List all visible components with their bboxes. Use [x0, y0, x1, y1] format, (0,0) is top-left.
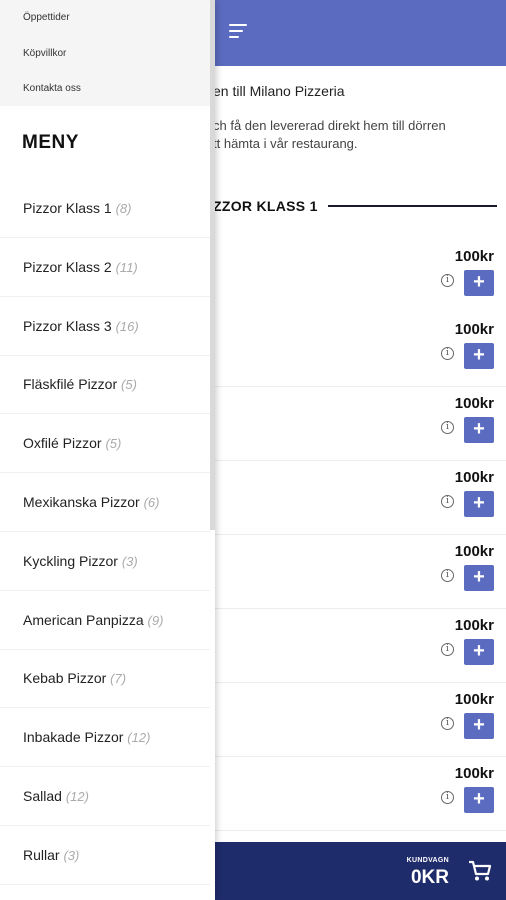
add-to-cart-button[interactable]: + — [464, 343, 494, 369]
add-to-cart-button[interactable]: + — [464, 417, 494, 443]
menu-category-item[interactable]: Fläskfilé Pizzor (5) — [0, 356, 210, 414]
menu-category-item[interactable]: Inbakade Pizzor (12) — [0, 709, 210, 767]
menu-category-item[interactable]: Sallad (12) — [0, 768, 210, 826]
menu-category-item[interactable]: Kyckling Pizzor (3) — [0, 533, 210, 591]
category-count: (3) — [121, 554, 138, 569]
category-name: Pizzor Klass 3 — [23, 318, 112, 334]
category-count: (16) — [115, 319, 139, 334]
category-name: Pizzor Klass 1 — [23, 200, 112, 216]
category-name: Inbakade Pizzor — [23, 729, 124, 745]
welcome-text: en till Milano Pizzeria — [213, 83, 345, 99]
drawer-scrollbar[interactable] — [210, 0, 215, 530]
add-to-cart-button[interactable]: + — [464, 491, 494, 517]
category-count: (11) — [115, 260, 138, 275]
menu-category-item[interactable]: Oxfilé Pizzor (5) — [0, 415, 210, 473]
category-label: Rullar (3) — [23, 847, 79, 863]
drawer-top-links: Öppettider Köpvillkor Kontakta oss — [0, 0, 210, 106]
hamburger-icon[interactable] — [229, 22, 249, 40]
category-name: Rullar — [23, 847, 60, 863]
menu-category-item[interactable]: Rullar (3) — [0, 827, 210, 885]
category-label: Pizzor Klass 1 (8) — [23, 200, 131, 216]
category-name: Sallad — [23, 788, 62, 804]
product-price: 100kr — [454, 395, 494, 412]
add-to-cart-button[interactable]: + — [464, 270, 494, 296]
product-price: 100kr — [454, 765, 494, 782]
category-count: (12) — [65, 789, 89, 804]
section-divider — [328, 205, 497, 207]
menu-title: MENY — [22, 132, 79, 153]
cart-label: KUNDVAGN — [406, 857, 449, 864]
link-opening-hours[interactable]: Öppettider — [23, 12, 70, 23]
product-row: 100kr i + — [215, 387, 506, 461]
add-to-cart-button[interactable]: + — [464, 565, 494, 591]
category-label: Oxfilé Pizzor (5) — [23, 435, 121, 451]
product-row: 100kr i + — [215, 757, 506, 831]
product-row: 100kr i + — [215, 240, 506, 314]
category-count: (7) — [110, 671, 127, 686]
product-row: 100kr i + — [215, 535, 506, 609]
intro-description-line-1: ch få den levererad direkt hem till dörr… — [213, 118, 446, 133]
menu-category-item[interactable]: Pizzor Klass 1 (8) — [0, 180, 210, 238]
category-count: (8) — [115, 201, 132, 216]
category-name: Fläskfilé Pizzor — [23, 376, 118, 392]
info-icon[interactable]: i — [441, 717, 454, 730]
category-label: Pizzor Klass 2 (11) — [23, 259, 138, 275]
product-row: 100kr i + — [215, 683, 506, 757]
product-row: 100kr i + — [215, 461, 506, 535]
category-name: Kebab Pizzor — [23, 670, 107, 686]
menu-category-item[interactable]: Pizzor Klass 3 (16) — [0, 298, 210, 356]
product-row: 100kr i + — [215, 313, 506, 387]
category-label: American Panpizza (9) — [23, 612, 163, 628]
link-terms[interactable]: Köpvillkor — [23, 48, 66, 59]
product-price: 100kr — [454, 321, 494, 338]
product-price: 100kr — [454, 469, 494, 486]
add-to-cart-button[interactable]: + — [464, 639, 494, 665]
cart-icon[interactable] — [468, 860, 492, 882]
info-icon[interactable]: i — [441, 421, 454, 434]
navigation-drawer: Öppettider Köpvillkor Kontakta oss MENY … — [0, 0, 215, 900]
menu-category-item[interactable]: Mexikanska Pizzor (6) — [0, 474, 210, 532]
category-label: Kyckling Pizzor (3) — [23, 553, 138, 569]
category-count: (9) — [147, 613, 164, 628]
product-price: 100kr — [454, 248, 494, 265]
product-row: 100kr i + — [215, 609, 506, 683]
product-price: 100kr — [454, 617, 494, 634]
category-name: Pizzor Klass 2 — [23, 259, 112, 275]
info-icon[interactable]: i — [441, 569, 454, 582]
info-icon[interactable]: i — [441, 274, 454, 287]
cart-total: 0KR — [410, 867, 449, 888]
menu-category-item[interactable]: American Panpizza (9) — [0, 592, 210, 650]
category-name: American Panpizza — [23, 612, 144, 628]
section-heading: ZZOR KLASS 1 — [213, 198, 318, 214]
category-count: (12) — [127, 730, 151, 745]
category-name: Mexikanska Pizzor — [23, 494, 140, 510]
link-contact[interactable]: Kontakta oss — [23, 83, 81, 94]
category-label: Inbakade Pizzor (12) — [23, 729, 150, 745]
menu-category-item[interactable]: Pizzor Klass 2 (11) — [0, 239, 210, 297]
category-count: (3) — [63, 848, 80, 863]
category-label: Fläskfilé Pizzor (5) — [23, 376, 137, 392]
info-icon[interactable]: i — [441, 791, 454, 804]
add-to-cart-button[interactable]: + — [464, 787, 494, 813]
category-label: Sallad (12) — [23, 788, 89, 804]
info-icon[interactable]: i — [441, 643, 454, 656]
intro-description-line-2: tt hämta i vår restaurang. — [213, 136, 358, 151]
category-label: Kebab Pizzor (7) — [23, 670, 126, 686]
add-to-cart-button[interactable]: + — [464, 713, 494, 739]
category-count: (6) — [143, 495, 160, 510]
category-label: Mexikanska Pizzor (6) — [23, 494, 159, 510]
category-name: Oxfilé Pizzor — [23, 435, 102, 451]
info-icon[interactable]: i — [441, 347, 454, 360]
info-icon[interactable]: i — [441, 495, 454, 508]
product-price: 100kr — [454, 691, 494, 708]
product-price: 100kr — [454, 543, 494, 560]
category-count: (5) — [105, 436, 122, 451]
category-label: Pizzor Klass 3 (16) — [23, 318, 139, 334]
category-count: (5) — [121, 377, 137, 392]
menu-category-item[interactable]: Kebab Pizzor (7) — [0, 650, 210, 708]
category-name: Kyckling Pizzor — [23, 553, 118, 569]
